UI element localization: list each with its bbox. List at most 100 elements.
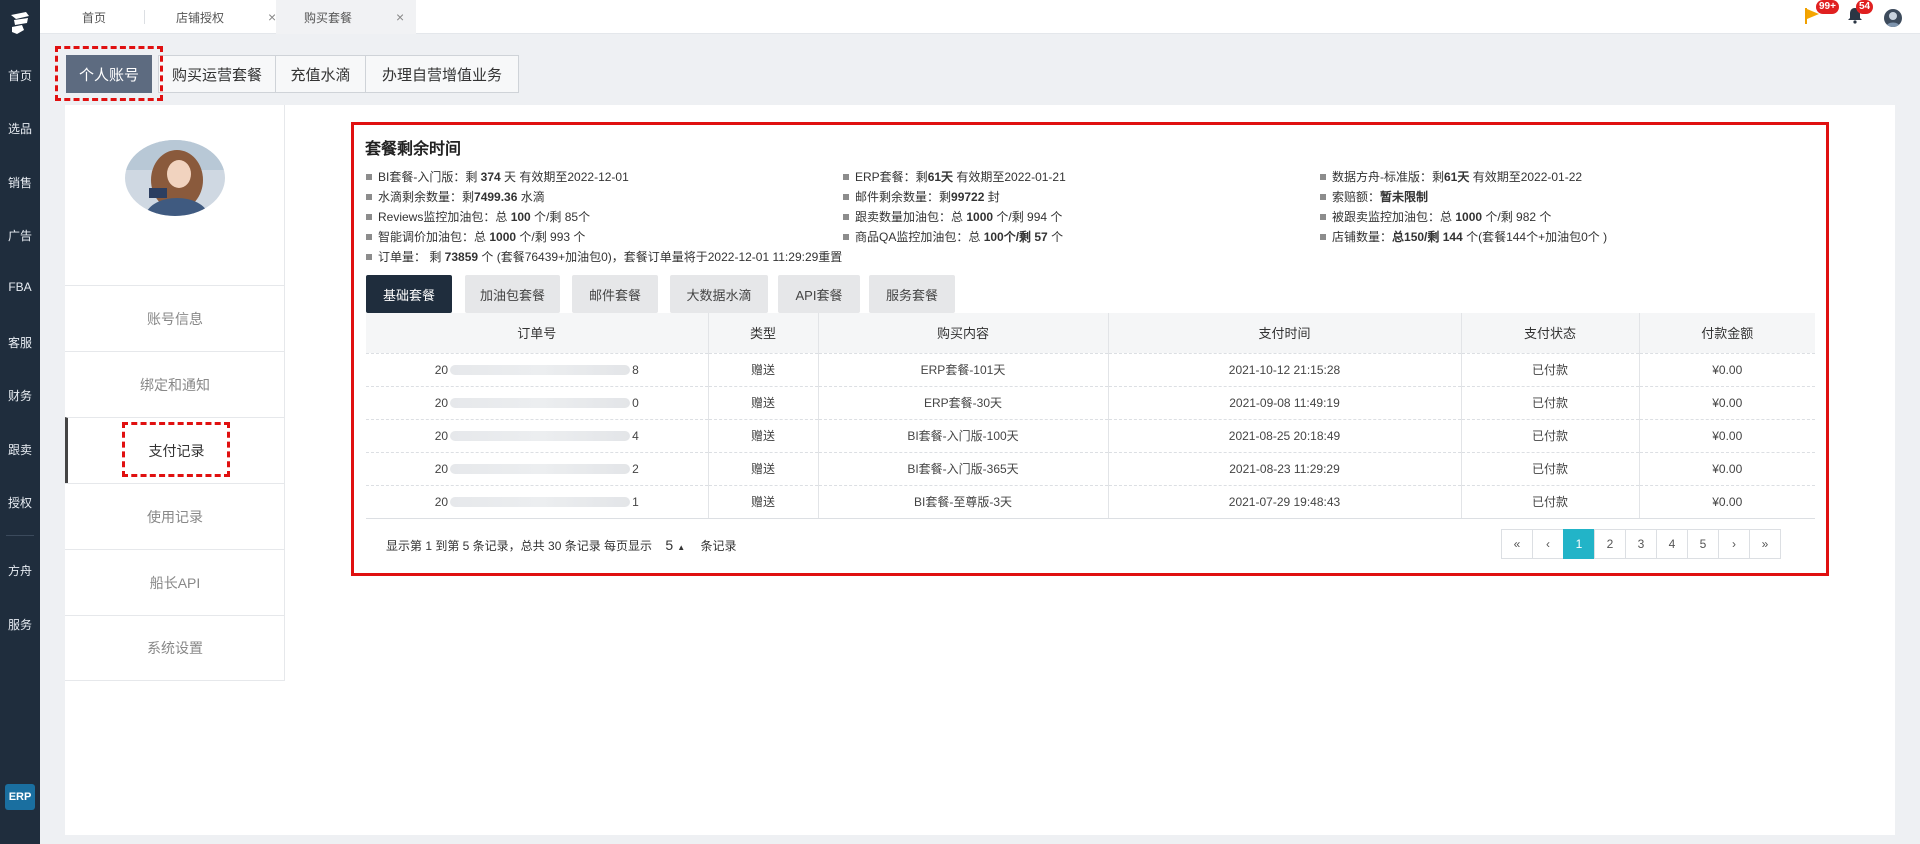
tab-bigdata-drops[interactable]: 大数据水滴 [670,275,768,313]
redacted-order-id [450,364,631,375]
redacted-order-id [450,463,631,474]
header-order-id[interactable]: 订单号 [366,313,709,353]
page-4-button[interactable]: 4 [1656,529,1688,559]
tab-value-added-service[interactable]: 办理自营增值业务 [365,55,519,93]
tab-service-package[interactable]: 服务套餐 [869,275,955,313]
header-pay-status[interactable]: 支付状态 [1461,313,1640,353]
orders-table: 订单号 类型 购买内容 支付时间 支付状态 付款金额 20 8 赠送 ERP套餐-… [366,313,1815,519]
cell-amount: ¥0.00 [1639,484,1815,519]
cell-type: 赠送 [708,352,819,386]
info-data-ark: 数据方舟-标准版：剩61天 有效期至2022-01-22 [1320,168,1582,185]
cell-status: 已付款 [1461,418,1640,452]
rail-item-selection[interactable]: 选品 [0,120,40,137]
info-qa-monitor-pack: 商品QA监控加油包：总 100个/剩 57 个 [843,228,1063,245]
bullet [1320,234,1326,240]
info-follow-sell-pack: 跟卖数量加油包：总 1000 个/剩 994 个 [843,208,1062,225]
page-2-button[interactable]: 2 [1594,529,1626,559]
rail-item-home[interactable]: 首页 [0,67,40,84]
bullet [366,254,372,260]
info-order-volume: 订单量： 剩 73859 个 (套餐76439+加油包0)，套餐订单量将于202… [366,248,842,265]
rail-item-ads[interactable]: 广告 [0,227,40,244]
header-icons: 99+ 54 [1804,0,1914,34]
menu-account-info[interactable]: 账号信息 [65,285,285,351]
bullet [366,234,372,240]
tab-api-package[interactable]: API套餐 [778,275,860,313]
cell-amount: ¥0.00 [1639,418,1815,452]
table-row: 20 4 赠送 BI套餐-入门版-100天 2021-08-25 20:18:49… [366,418,1815,452]
header-amount[interactable]: 付款金额 [1639,313,1815,353]
tab-buy-package[interactable]: 购买套餐 × [276,0,417,34]
tab-home-label: 首页 [82,10,107,25]
table-row: 20 8 赠送 ERP套餐-101天 2021-10-12 21:15:28 已付… [366,352,1815,386]
menu-system-settings[interactable]: 系统设置 [65,615,285,681]
page-scrollbar[interactable] [1910,34,1920,844]
tab-basic-package[interactable]: 基础套餐 [366,275,452,313]
bullet [1320,174,1326,180]
user-avatar[interactable] [1884,9,1902,27]
menu-binding-notification[interactable]: 绑定和通知 [65,351,285,417]
cell-status: 已付款 [1461,484,1640,519]
rail-item-sales[interactable]: 销售 [0,174,40,191]
prev-page-button[interactable]: ‹ [1532,529,1564,559]
bullet [843,234,849,240]
cell-pay-time: 2021-08-25 20:18:49 [1108,418,1462,452]
tab-addon-package[interactable]: 加油包套餐 [465,275,560,313]
nav-rail: 首页 选品 销售 广告 FBA 客服 财务 跟卖 授权 方舟 服务 ERP [0,0,40,844]
cell-pay-time: 2021-08-23 11:29:29 [1108,451,1462,485]
cell-order-id: 20 8 [366,352,709,386]
bullet [1320,214,1326,220]
tab-recharge-drops[interactable]: 充值水滴 [275,55,366,93]
last-page-button[interactable]: » [1749,529,1781,559]
tab-home[interactable]: 首页 [82,0,106,34]
rail-item-ark[interactable]: 方舟 [0,562,40,579]
tab-mail-package[interactable]: 邮件套餐 [572,275,658,313]
tab-label: 购买套餐 [304,10,353,25]
cell-amount: ¥0.00 [1639,352,1815,386]
rail-item-authorize[interactable]: 授权 [0,494,40,511]
top-tab-bar: 首页 店铺授权 × 购买套餐 × [40,0,1920,34]
close-icon[interactable]: × [268,9,276,25]
redacted-order-id [450,430,631,441]
page-3-button[interactable]: 3 [1625,529,1657,559]
rail-item-services[interactable]: 服务 [0,616,40,633]
page-5-button[interactable]: 5 [1687,529,1719,559]
package-remaining-title: 套餐剩余时间 [365,141,462,158]
close-icon[interactable]: × [396,9,404,25]
summary-suffix: 条记录 [700,539,737,553]
cell-amount: ¥0.00 [1639,451,1815,485]
rail-item-finance[interactable]: 财务 [0,387,40,404]
logo-icon[interactable] [8,10,32,36]
redacted-order-id [450,496,631,507]
table-row: 20 1 赠送 BI套餐-至尊版-3天 2021-07-29 19:48:43 已… [366,484,1815,519]
erp-button[interactable]: ERP [5,784,35,810]
rail-item-service[interactable]: 客服 [0,334,40,351]
cell-type: 赠送 [708,385,819,419]
next-page-button[interactable]: › [1718,529,1750,559]
cell-pay-time: 2021-10-12 21:15:28 [1108,352,1462,386]
menu-captain-api[interactable]: 船长API [65,549,285,615]
header-content[interactable]: 购买内容 [818,313,1109,353]
rail-item-follow-sell[interactable]: 跟卖 [0,441,40,458]
bullet [843,174,849,180]
cell-content: BI套餐-至尊版-3天 [818,484,1109,519]
header-pay-time[interactable]: 支付时间 [1108,313,1462,353]
first-page-button[interactable]: « [1501,529,1533,559]
page-size-select[interactable]: 5 ▲ [665,537,685,553]
tab-shop-authorization[interactable]: 店铺授权 × [176,0,276,34]
summary-text: 显示第 1 到第 5 条记录，总共 30 条记录 每页显示 [386,539,653,553]
cell-type: 赠送 [708,484,819,519]
flag-badge: 99+ [1816,0,1839,14]
tab-label: 店铺授权 [176,10,225,25]
page-1-button[interactable]: 1 [1563,529,1595,559]
header-type[interactable]: 类型 [708,313,819,353]
tab-divider [144,10,145,24]
rail-item-fba[interactable]: FBA [0,280,40,294]
redacted-order-id [450,397,631,408]
highlight-personal-account [55,46,163,101]
menu-usage-records[interactable]: 使用记录 [65,483,285,549]
cell-pay-time: 2021-09-08 11:49:19 [1108,385,1462,419]
tab-buy-operation-package[interactable]: 购买运营套餐 [158,55,276,93]
pagination-summary: 显示第 1 到第 5 条记录，总共 30 条记录 每页显示 5 ▲ 条记录 [386,537,736,554]
bullet [843,194,849,200]
cell-status: 已付款 [1461,352,1640,386]
